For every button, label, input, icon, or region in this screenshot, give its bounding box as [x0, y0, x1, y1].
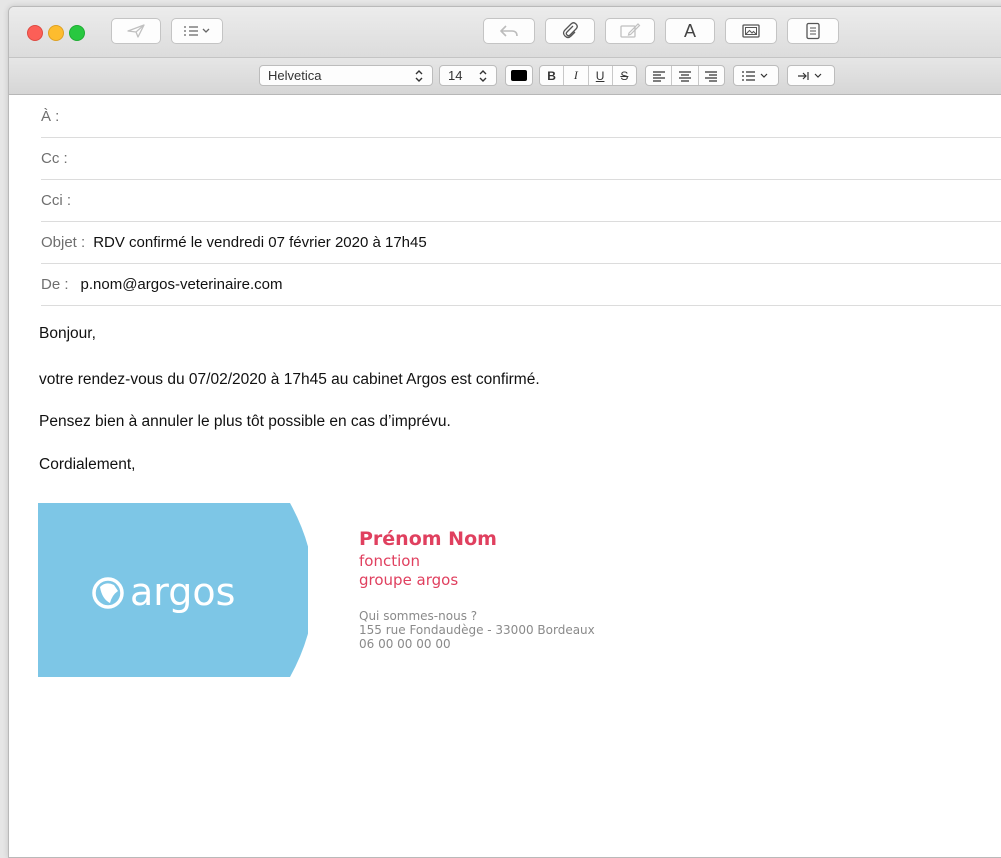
indent-button[interactable]	[787, 65, 835, 86]
signature-company: groupe argos	[359, 571, 459, 589]
toolbar: A	[9, 7, 1001, 58]
cc-field-row[interactable]: Cc :	[41, 137, 1001, 180]
subject-label: Objet :	[41, 233, 86, 251]
photo-icon	[742, 24, 760, 38]
from-label: De :	[41, 275, 69, 293]
photo-browser-button[interactable]	[725, 18, 777, 44]
bcc-field-row[interactable]: Cci :	[41, 179, 1001, 222]
body-closing: Cordialement,	[39, 456, 136, 473]
text-color-button[interactable]	[505, 65, 533, 86]
markup-icon	[620, 23, 641, 38]
header-fields-button[interactable]	[171, 18, 223, 44]
bcc-label: Cci :	[41, 191, 71, 209]
updown-chevron-icon	[479, 69, 487, 82]
strikethrough-button[interactable]: S	[613, 66, 636, 85]
text-style-group: B I U S	[539, 65, 637, 86]
zoom-window-button[interactable]	[69, 25, 85, 41]
italic-button[interactable]: I	[564, 66, 589, 85]
font-size-value: 14	[448, 68, 463, 83]
markup-button[interactable]	[605, 18, 655, 44]
align-right-icon	[705, 70, 718, 82]
minimize-window-button[interactable]	[48, 25, 64, 41]
close-window-button[interactable]	[27, 25, 43, 41]
format-label: A	[683, 20, 696, 41]
signature-phone: 06 00 00 00 00	[359, 637, 451, 651]
color-swatch	[511, 70, 527, 81]
subject-input[interactable]: RDV confirmé le vendredi 07 février 2020…	[93, 234, 427, 251]
align-center-button[interactable]	[672, 66, 699, 85]
compose-window: A Helvetica 14 B I U S À: Cc: Cci: Ob…	[8, 6, 1001, 858]
format-bar: Helvetica 14 B I U S	[9, 58, 1001, 95]
align-center-icon	[678, 70, 691, 82]
argos-logo: argos	[38, 503, 308, 677]
attach-button[interactable]	[545, 18, 595, 44]
cc-label: Cc :	[41, 149, 68, 167]
bullet-list-icon	[742, 70, 768, 81]
font-size-select[interactable]: 14	[439, 65, 497, 86]
body-line-2: Pensez bien à annuler le plus tôt possib…	[39, 413, 451, 430]
subject-field-row[interactable]: Objet : RDV confirmé le vendredi 07 févr…	[41, 221, 1001, 264]
stationery-icon	[806, 22, 820, 40]
indent-icon	[798, 71, 822, 80]
reply-arrow-icon	[500, 25, 518, 37]
underline-button[interactable]: U	[589, 66, 613, 85]
align-left-icon	[652, 70, 665, 82]
send-button[interactable]	[111, 18, 161, 44]
paperclip-icon	[562, 22, 578, 39]
list-style-button[interactable]	[733, 65, 779, 86]
logo-wordmark: argos	[130, 570, 235, 614]
font-family-select[interactable]: Helvetica	[259, 65, 433, 86]
list-icon	[184, 26, 210, 36]
updown-chevron-icon	[415, 69, 423, 82]
from-field-row[interactable]: De : p.nom@argos-veterinaire.com	[41, 263, 1001, 306]
align-left-button[interactable]	[646, 66, 673, 85]
to-label: À :	[41, 107, 60, 125]
bold-button[interactable]: B	[540, 66, 565, 85]
send-icon	[127, 24, 145, 38]
from-value[interactable]: p.nom@argos-veterinaire.com	[81, 276, 283, 293]
to-field-row[interactable]: À :	[41, 95, 1001, 138]
alignment-group	[645, 65, 725, 86]
reply-button[interactable]	[483, 18, 535, 44]
signature-address: 155 rue Fondaudège - 33000 Bordeaux	[359, 623, 595, 637]
font-family-value: Helvetica	[268, 68, 322, 83]
body-greeting: Bonjour,	[39, 325, 96, 342]
signature-about: Qui sommes-nous ?	[359, 609, 478, 623]
format-button[interactable]: A	[665, 18, 715, 44]
align-right-button[interactable]	[699, 66, 724, 85]
stationery-button[interactable]	[787, 18, 839, 44]
body-line-1: votre rendez-vous du 07/02/2020 à 17h45 …	[39, 371, 540, 388]
signature-role: fonction	[359, 552, 420, 570]
signature-name: Prénom Nom	[359, 528, 497, 550]
